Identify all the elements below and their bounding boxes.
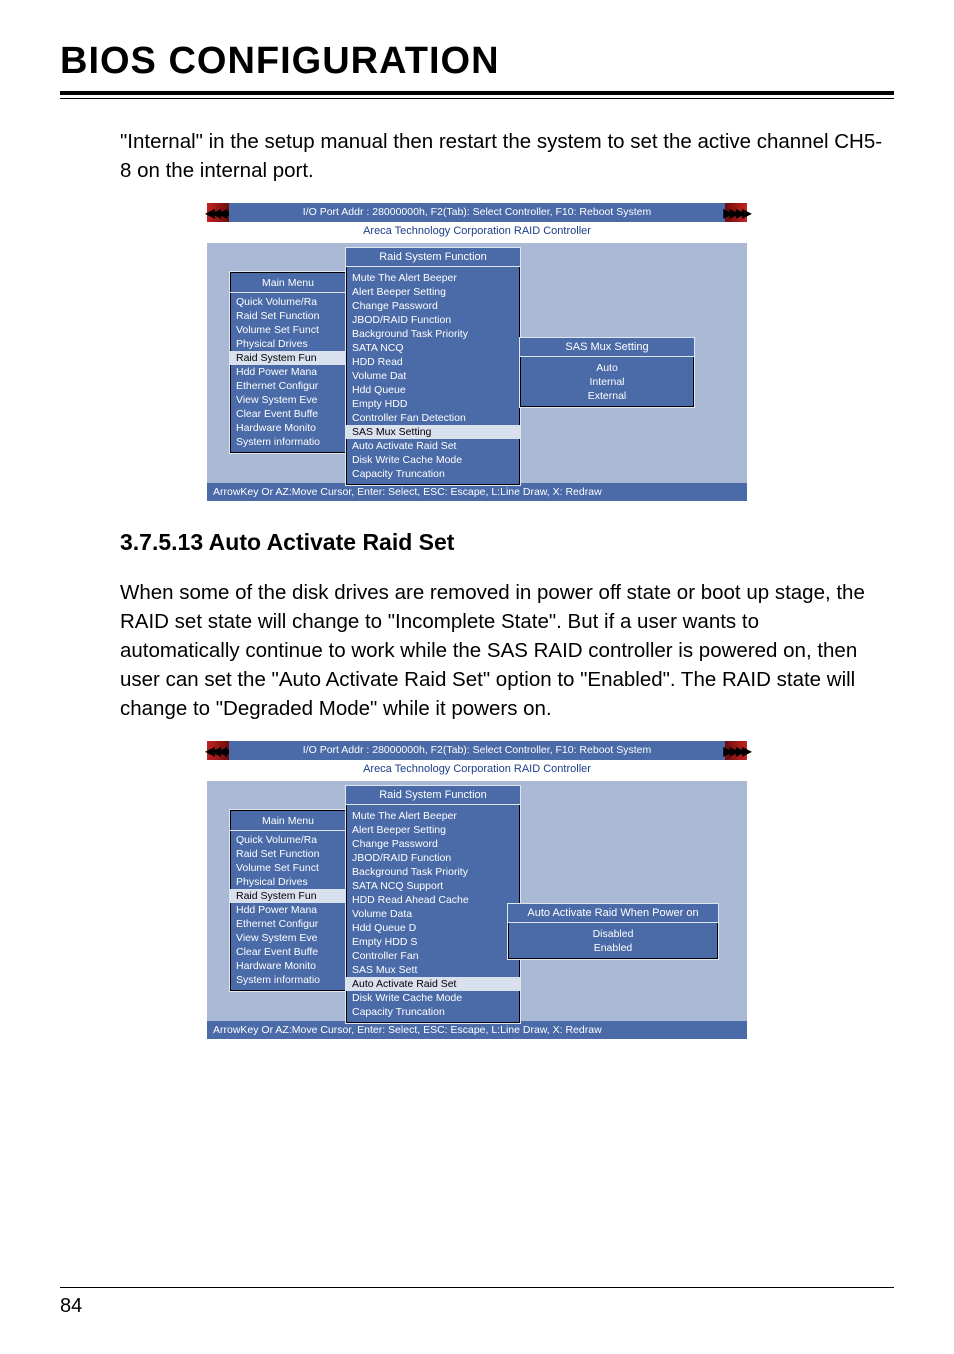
page-number: 84	[60, 1295, 82, 1318]
menu-item[interactable]: Hardware Monito	[236, 959, 340, 973]
raid-item[interactable]: SATA NCQ	[352, 341, 514, 355]
intro-paragraph: "Internal" in the setup manual then rest…	[120, 127, 884, 185]
title-rule	[60, 91, 894, 99]
menu-item[interactable]: Physical Drives	[236, 337, 340, 351]
menu-item[interactable]: Hardware Monito	[236, 421, 340, 435]
raid-item[interactable]: SATA NCQ Support	[352, 879, 514, 893]
raid-item[interactable]: Hdd Queue	[352, 383, 514, 397]
arrow-left-icon: ◀◀◀◀	[207, 741, 229, 760]
menu-item[interactable]: Physical Drives	[236, 875, 340, 889]
section-paragraph: When some of the disk drives are removed…	[120, 578, 884, 724]
raid-item[interactable]: HDD Read	[352, 355, 514, 369]
menu-item[interactable]: Ethernet Configur	[236, 917, 340, 931]
raid-item-selected[interactable]: Auto Activate Raid Set	[346, 977, 520, 991]
raid-item[interactable]: Change Password	[352, 299, 514, 313]
raid-item[interactable]: JBOD/RAID Function	[352, 313, 514, 327]
sas-mux-popup: SAS Mux Setting Auto Internal External	[519, 337, 695, 408]
main-menu-title: Main Menu	[236, 276, 340, 290]
raid-item[interactable]: Mute The Alert Beeper	[352, 809, 514, 823]
menu-item[interactable]: Hdd Power Mana	[236, 903, 340, 917]
raid-item[interactable]: Controller Fan	[352, 949, 514, 963]
raid-item[interactable]: Change Password	[352, 837, 514, 851]
page-title: BIOS CONFIGURATION	[60, 40, 894, 83]
menu-item[interactable]: Ethernet Configur	[236, 379, 340, 393]
menu-item[interactable]: Volume Set Funct	[236, 323, 340, 337]
popup-option[interactable]: Internal	[526, 375, 688, 389]
raid-item[interactable]: HDD Read Ahead Cache	[352, 893, 514, 907]
menu-item[interactable]: Clear Event Buffe	[236, 407, 340, 421]
menu-item[interactable]: System informatio	[236, 973, 340, 987]
popup-title: Auto Activate Raid When Power on	[508, 904, 718, 923]
raid-item[interactable]: Background Task Priority	[352, 327, 514, 341]
raid-item[interactable]: Hdd Queue D	[352, 921, 514, 935]
arrow-right-icon: ▶▶▶▶	[725, 203, 747, 222]
menu-item[interactable]: Hdd Power Mana	[236, 365, 340, 379]
popup-option[interactable]: Auto	[526, 361, 688, 375]
raid-item[interactable]: Empty HDD S	[352, 935, 514, 949]
menu-item[interactable]: Quick Volume/Ra	[236, 295, 340, 309]
menu-item[interactable]: System informatio	[236, 435, 340, 449]
popup-option[interactable]: External	[526, 389, 688, 403]
raid-function-title: Raid System Function	[346, 786, 520, 805]
menu-item[interactable]: Raid Set Function	[236, 847, 340, 861]
main-menu-title: Main Menu	[236, 814, 340, 828]
raid-item[interactable]: Disk Write Cache Mode	[352, 453, 514, 467]
bios-subheader: Areca Technology Corporation RAID Contro…	[207, 760, 747, 781]
raid-function-panel: Raid System Function Mute The Alert Beep…	[345, 247, 521, 486]
arrow-right-icon: ▶▶▶▶	[725, 741, 747, 760]
raid-item[interactable]: Auto Activate Raid Set	[352, 439, 514, 453]
bios-header: I/O Port Addr : 28000000h, F2(Tab): Sele…	[229, 741, 725, 760]
footer-rule	[60, 1287, 894, 1288]
auto-activate-popup: Auto Activate Raid When Power on Disable…	[507, 903, 719, 960]
menu-item-selected[interactable]: Raid System Fun	[230, 351, 346, 365]
menu-item[interactable]: Quick Volume/Ra	[236, 833, 340, 847]
menu-item[interactable]: Clear Event Buffe	[236, 945, 340, 959]
bios-header: I/O Port Addr : 28000000h, F2(Tab): Sele…	[229, 203, 725, 222]
raid-item[interactable]: Controller Fan Detection	[352, 411, 514, 425]
raid-item[interactable]: Capacity Truncation	[352, 1005, 514, 1019]
main-menu-panel: Main Menu Quick Volume/Ra Raid Set Funct…	[229, 809, 347, 992]
raid-item-selected[interactable]: SAS Mux Setting	[346, 425, 520, 439]
bios-screenshot-2: ◀◀◀◀ I/O Port Addr : 28000000h, F2(Tab):…	[207, 741, 747, 1039]
popup-option[interactable]: Disabled	[514, 927, 712, 941]
raid-item[interactable]: JBOD/RAID Function	[352, 851, 514, 865]
raid-item[interactable]: Empty HDD	[352, 397, 514, 411]
menu-item[interactable]: Volume Set Funct	[236, 861, 340, 875]
bios-screenshot-1: ◀◀◀◀ I/O Port Addr : 28000000h, F2(Tab):…	[207, 203, 747, 501]
raid-item[interactable]: Alert Beeper Setting	[352, 285, 514, 299]
raid-item[interactable]: Background Task Priority	[352, 865, 514, 879]
raid-function-panel: Raid System Function Mute The Alert Beep…	[345, 785, 521, 1024]
raid-item[interactable]: Mute The Alert Beeper	[352, 271, 514, 285]
raid-item[interactable]: Disk Write Cache Mode	[352, 991, 514, 1005]
menu-item[interactable]: View System Eve	[236, 393, 340, 407]
menu-item[interactable]: Raid Set Function	[236, 309, 340, 323]
arrow-left-icon: ◀◀◀◀	[207, 203, 229, 222]
popup-title: SAS Mux Setting	[520, 338, 694, 357]
main-menu-panel: Main Menu Quick Volume/Ra Raid Set Funct…	[229, 271, 347, 454]
menu-item[interactable]: View System Eve	[236, 931, 340, 945]
raid-item[interactable]: Capacity Truncation	[352, 467, 514, 481]
raid-item[interactable]: Volume Dat	[352, 369, 514, 383]
raid-function-title: Raid System Function	[346, 248, 520, 267]
bios-subheader: Areca Technology Corporation RAID Contro…	[207, 222, 747, 243]
menu-item-selected[interactable]: Raid System Fun	[230, 889, 346, 903]
raid-item[interactable]: SAS Mux Sett	[352, 963, 514, 977]
raid-item[interactable]: Alert Beeper Setting	[352, 823, 514, 837]
section-heading: 3.7.5.13 Auto Activate Raid Set	[120, 529, 894, 556]
raid-item[interactable]: Volume Data	[352, 907, 514, 921]
popup-option[interactable]: Enabled	[514, 941, 712, 955]
